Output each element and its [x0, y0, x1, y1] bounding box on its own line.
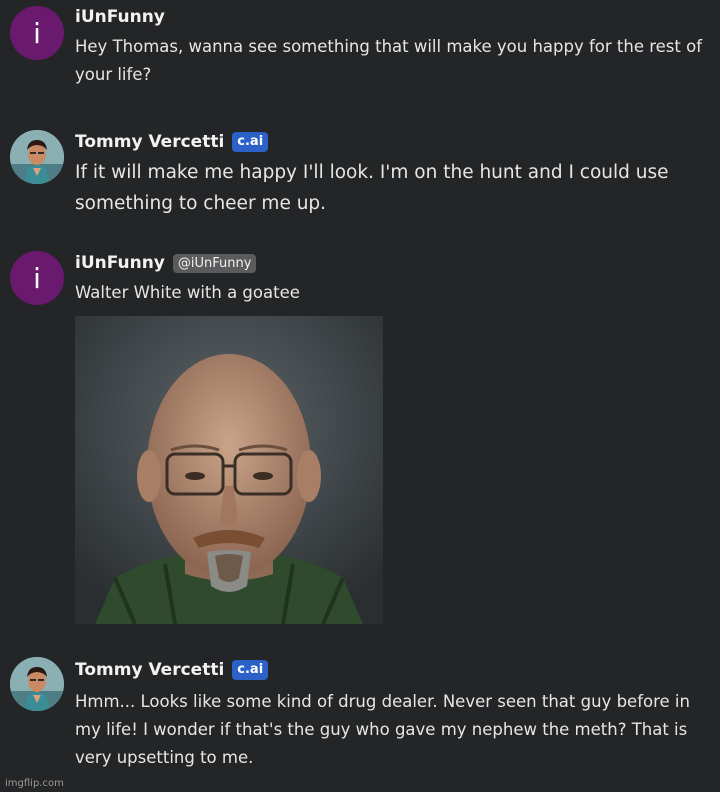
cai-badge: c.ai: [232, 132, 269, 152]
tommy-avatar-icon[interactable]: [10, 130, 64, 184]
author-name[interactable]: Tommy Vercetti: [75, 660, 224, 680]
imgflip-watermark: imgflip.com: [5, 778, 64, 789]
message-header: Tommy Vercetti c.ai: [75, 132, 269, 152]
message-text: If it will make me happy I'll look. I'm …: [75, 162, 669, 214]
handle-badge: @iUnFunny: [172, 253, 257, 273]
message-header: Tommy Vercetti c.ai: [75, 660, 269, 680]
message-text: Hmm... Looks like some kind of drug deal…: [75, 692, 690, 767]
author-name[interactable]: Tommy Vercetti: [75, 132, 224, 152]
cai-badge: c.ai: [232, 660, 269, 680]
message-text: Hey Thomas, wanna see something that wil…: [75, 37, 703, 84]
attached-image[interactable]: [75, 316, 383, 624]
author-name[interactable]: iUnFunny: [75, 7, 165, 27]
message-header: iUnFunny: [75, 7, 165, 27]
message-text: Walter White with a goatee: [75, 283, 300, 302]
author-name[interactable]: iUnFunny: [75, 253, 165, 273]
tommy-avatar-icon[interactable]: [10, 657, 64, 711]
user-avatar-icon[interactable]: i: [10, 251, 64, 305]
user-avatar-icon[interactable]: i: [10, 6, 64, 60]
message-header: iUnFunny @iUnFunny: [75, 253, 257, 273]
